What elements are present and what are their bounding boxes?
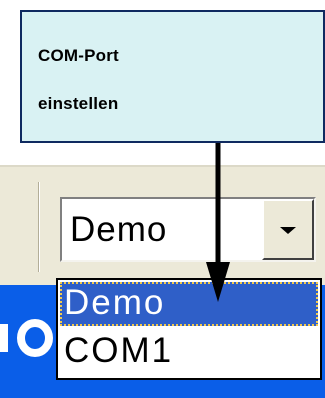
callout-box: COM-Port einstellen [20,10,325,143]
dropdown-item-com1[interactable]: COM1 [60,330,318,374]
toolbar-border [0,165,325,167]
com-port-dropdown-list: Demo COM1 [56,278,322,380]
dropdown-item-demo[interactable]: Demo [60,282,318,326]
com-port-combobox[interactable]: Demo [60,197,316,262]
combobox-value: Demo [70,210,168,249]
callout-subtitle: einstellen [38,94,119,113]
combobox-dropdown-button[interactable] [262,199,314,260]
chevron-down-icon [280,227,296,234]
toolbar-separator [38,182,40,272]
callout-title: COM-Port [38,46,119,65]
